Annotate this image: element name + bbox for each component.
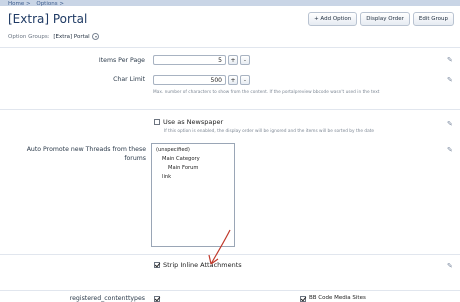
char-limit-plus[interactable]: + [228,75,238,85]
divider [0,109,460,110]
breadcrumb: Home > Options > [8,1,68,7]
top-actions: + Add Option Display Order Edit Group [308,12,454,26]
chevron-down-icon[interactable]: ▾ [92,33,100,40]
top-strip [0,0,460,6]
page-title: [Extra] Portal [8,12,88,26]
breadcrumb-home[interactable]: Home > [8,1,31,7]
items-per-page-input[interactable]: 5 [153,55,226,65]
edit-icon[interactable]: ✎ [447,77,454,84]
contenttype-checkbox[interactable] [154,296,160,302]
option-groups-label: Option Groups: [8,34,50,40]
auto-promote-label: Auto Promote new Threads from these foru… [26,146,146,162]
newspaper-label[interactable]: Use as Newspaper [163,118,223,126]
list-item[interactable]: (unspecified) [156,147,190,153]
display-order-button[interactable]: Display Order [360,12,410,26]
edit-icon[interactable]: ✎ [447,121,454,128]
annotation-arrow [208,229,231,265]
divider [0,290,460,291]
items-per-page-label: Items Per Page [98,57,145,64]
list-item[interactable]: link [162,174,171,180]
char-limit-label: Char Limit [113,76,145,83]
char-limit-minus[interactable]: - [240,75,250,85]
char-limit-hint: Max. number of characters to show from t… [153,90,380,95]
strip-inline-checkbox[interactable] [154,262,160,268]
edit-icon[interactable]: ✎ [447,57,454,64]
edit-icon[interactable]: ✎ [447,263,454,270]
list-item[interactable]: Main Forum [168,165,198,171]
option-groups-value[interactable]: [Extra] Portal [53,34,89,40]
edit-group-button[interactable]: Edit Group [412,12,454,26]
char-limit-input[interactable]: 500 [153,75,226,85]
newspaper-checkbox[interactable] [154,119,160,125]
option-groups: Option Groups: [Extra] Portal ▾ [8,33,100,40]
breadcrumb-options[interactable]: Options > [36,1,64,7]
divider [0,47,460,48]
media-sites-checkbox[interactable] [300,296,306,302]
edit-icon[interactable]: ✎ [447,147,454,154]
list-item[interactable]: Main Category [162,156,200,162]
registered-contenttypes-label: registered_contenttypes [69,295,145,302]
add-option-button[interactable]: + Add Option [308,12,358,26]
newspaper-hint: If this option is enabled, the display o… [164,129,375,134]
media-sites-label[interactable]: BB Code Media Sites [309,295,366,301]
items-per-page-plus[interactable]: + [228,55,238,65]
items-per-page-minus[interactable]: - [240,55,250,65]
